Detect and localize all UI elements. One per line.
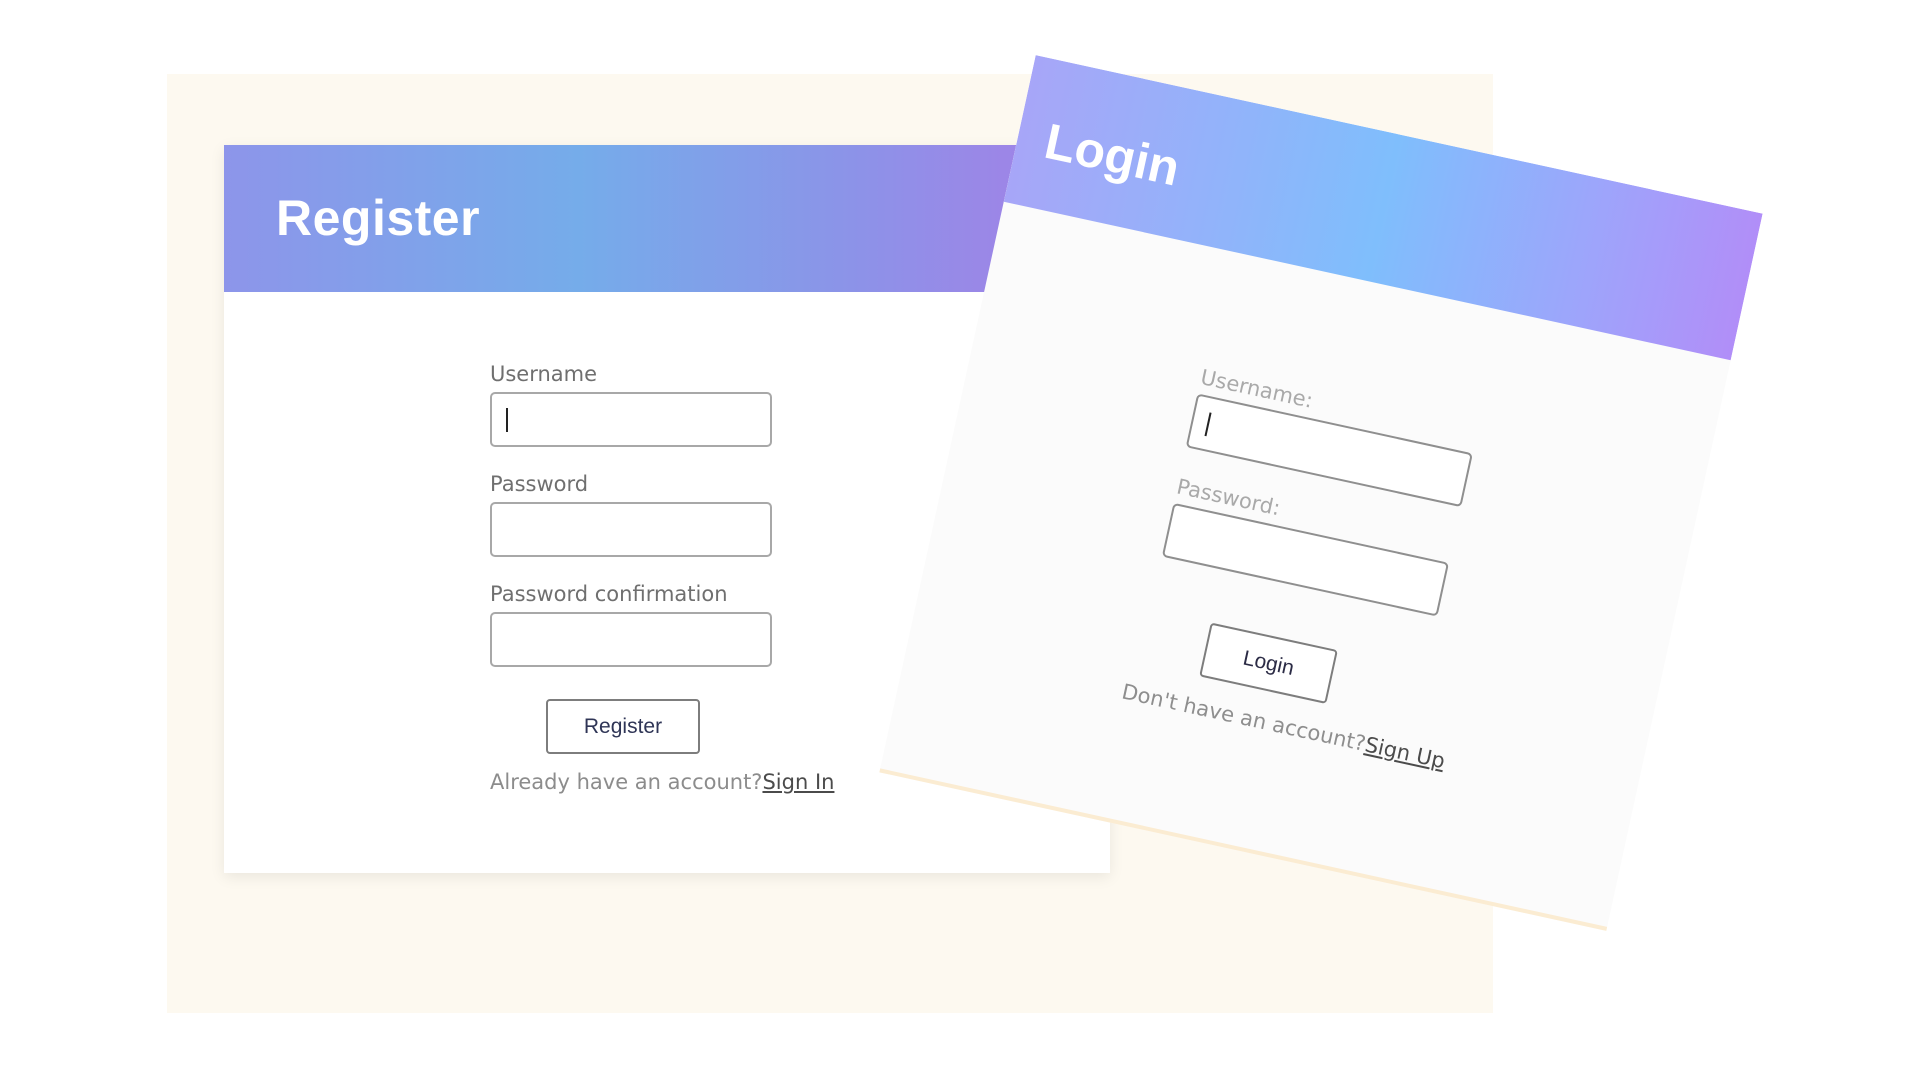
register-footer-text: Already have an account? [490,770,763,794]
register-header: Register [224,145,1110,292]
password-confirmation-input[interactable] [490,612,772,667]
login-footer-text: Don't have an account? [1119,679,1368,756]
login-button[interactable]: Login [1199,622,1338,704]
username-label: Username [490,362,598,386]
login-card: Login Username: Password: Login Don't ha… [879,55,1763,931]
username-input[interactable] [490,392,772,447]
password-confirmation-label: Password confirmation [490,582,728,606]
login-title: Login [1039,112,1185,197]
sign-in-link[interactable]: Sign In [762,770,834,794]
password-label: Password [490,472,589,496]
sign-up-link[interactable]: Sign Up [1363,732,1447,773]
register-title: Register [276,190,481,246]
text-caret [1204,412,1212,437]
register-form: Username Password Password confirmation … [490,360,910,794]
text-caret [506,408,508,432]
password-input[interactable] [490,502,772,557]
register-footer: Already have an account?Sign In [490,770,834,794]
login-form: Username: Password: Login Don't have an … [1120,363,1595,773]
register-button[interactable]: Register [546,699,700,754]
